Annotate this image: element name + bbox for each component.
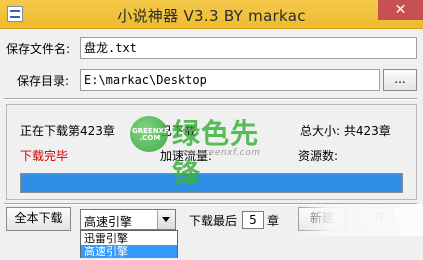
app-window: 小说神器 V3.3 BY markac ✕ 保存文件名: 盘龙.txt 保存目录… — [0, 0, 423, 260]
close-button[interactable]: ✕ — [378, 0, 423, 20]
downloaded-label: 已下载 — [160, 124, 197, 138]
downloading-status: 正在下载第423章 — [20, 124, 115, 138]
total-size: 总大小: 共423章 — [300, 124, 391, 138]
window-title: 小说神器 V3.3 BY markac — [117, 7, 306, 25]
engine-dropdown-list: 迅雷引擎 高速引擎 — [80, 230, 178, 258]
blur-overlay — [290, 204, 423, 236]
download-all-button[interactable]: 全本下载 — [6, 207, 71, 231]
engine-selected-value: 高速引擎 — [84, 215, 133, 229]
save-name-label: 保存文件名: — [6, 42, 71, 56]
download-progress-bar — [20, 173, 403, 193]
resources-label: 资源数: — [298, 149, 339, 163]
download-last-label: 下载最后 — [189, 214, 238, 228]
divider — [4, 98, 417, 100]
chevron-down-icon[interactable] — [157, 210, 175, 229]
engine-option-highspeed[interactable]: 高速引擎 — [81, 245, 177, 258]
download-last-input[interactable]: 5 — [242, 211, 264, 229]
title-bar[interactable]: 小说神器 V3.3 BY markac ✕ — [0, 0, 423, 29]
save-name-input[interactable]: 盘龙.txt — [80, 37, 417, 59]
chapter-unit-label: 章 — [267, 214, 280, 228]
engine-option-xunlei[interactable]: 迅雷引擎 — [81, 232, 177, 245]
progress-fill — [21, 174, 402, 192]
save-dir-input[interactable]: E:\markac\Desktop — [80, 69, 380, 91]
engine-select[interactable]: 高速引擎 — [80, 209, 176, 230]
browse-button[interactable]: ... — [383, 69, 417, 91]
speed-label: 加速流量: — [160, 149, 213, 163]
download-complete-text: 下载完毕 — [20, 149, 69, 163]
save-dir-label: 保存目录: — [17, 74, 70, 88]
